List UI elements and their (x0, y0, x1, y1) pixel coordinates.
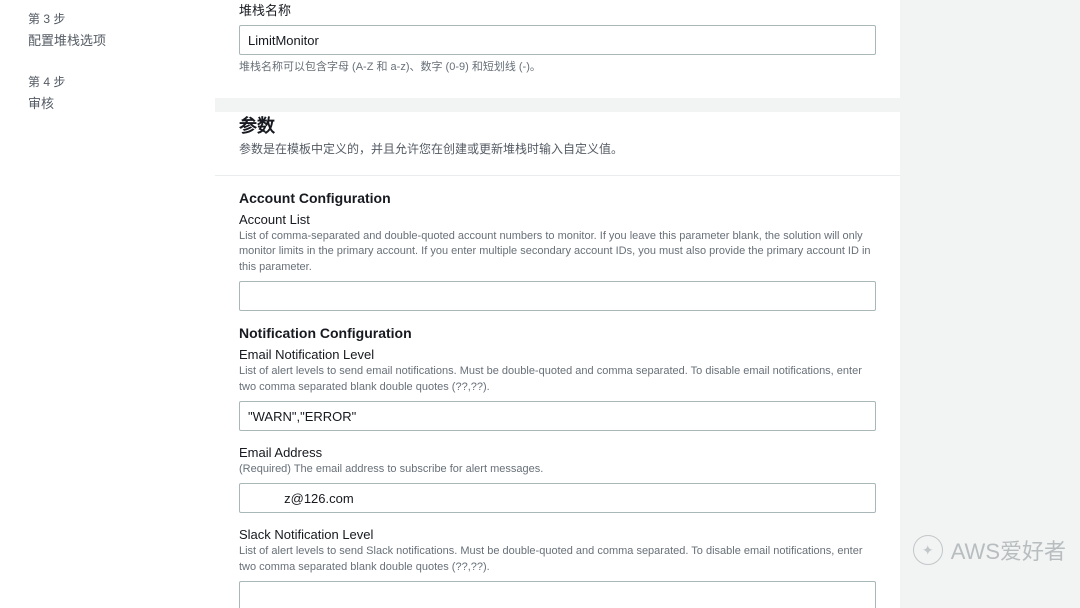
account-list-field: Account List List of comma-separated and… (239, 212, 876, 312)
stack-name-label: 堆栈名称 (239, 0, 876, 19)
email-level-field: Email Notification Level List of alert l… (239, 347, 876, 431)
parameters-card: 参数 参数是在模板中定义的，并且允许您在创建或更新堆栈时输入自定义值。 Acco… (215, 112, 900, 608)
email-level-label: Email Notification Level (239, 347, 876, 362)
wizard-steps-sidebar: 第 3 步 配置堆栈选项 第 4 步 审核 (0, 0, 215, 608)
account-list-label: Account List (239, 212, 876, 227)
stack-name-hint: 堆栈名称可以包含字母 (A-Z 和 a-z)、数字 (0-9) 和短划线 (-)… (239, 59, 876, 76)
slack-level-desc: List of alert levels to send Slack notif… (239, 544, 876, 576)
main-content: 堆栈名称 堆栈名称可以包含字母 (A-Z 和 a-z)、数字 (0-9) 和短划… (215, 0, 1080, 608)
account-config-heading: Account Configuration (239, 190, 876, 206)
email-address-desc: (Required) The email address to subscrib… (239, 462, 876, 478)
email-address-label: Email Address (239, 445, 876, 460)
step-number: 第 3 步 (28, 10, 191, 27)
stack-name-card: 堆栈名称 堆栈名称可以包含字母 (A-Z 和 a-z)、数字 (0-9) 和短划… (215, 0, 900, 98)
notification-config-heading: Notification Configuration (239, 325, 876, 341)
wizard-step-3[interactable]: 第 3 步 配置堆栈选项 (28, 0, 191, 63)
email-level-input[interactable] (239, 401, 876, 431)
email-level-desc: List of alert levels to send email notif… (239, 364, 876, 396)
step-title: 配置堆栈选项 (28, 30, 191, 49)
parameters-title: 参数 (239, 112, 876, 138)
wizard-step-4[interactable]: 第 4 步 审核 (28, 63, 191, 126)
step-number: 第 4 步 (28, 73, 191, 90)
divider (215, 175, 900, 176)
stack-name-input[interactable] (239, 25, 876, 55)
email-address-input[interactable] (239, 483, 876, 513)
account-list-input[interactable] (239, 281, 876, 311)
slack-level-label: Slack Notification Level (239, 527, 876, 542)
account-list-desc: List of comma-separated and double-quote… (239, 229, 876, 277)
slack-level-input[interactable] (239, 581, 876, 608)
email-address-field: Email Address (Required) The email addre… (239, 445, 876, 513)
parameters-subtitle: 参数是在模板中定义的，并且允许您在创建或更新堆栈时输入自定义值。 (239, 140, 876, 157)
slack-level-field: Slack Notification Level List of alert l… (239, 527, 876, 608)
step-title: 审核 (28, 93, 191, 112)
